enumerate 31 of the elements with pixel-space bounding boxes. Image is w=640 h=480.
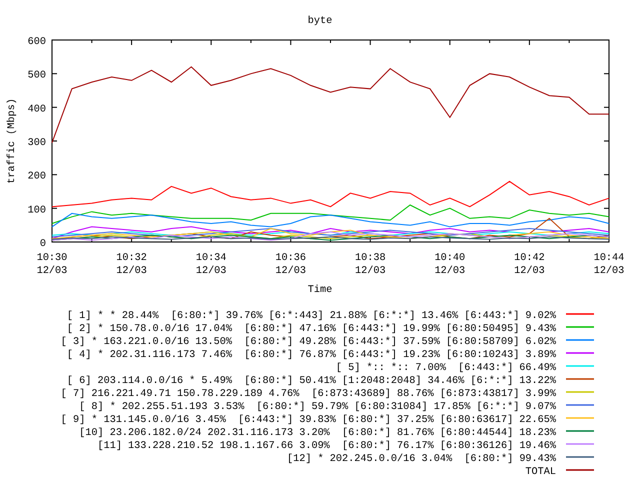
legend-label: [ 6] 203.114.0.0/16 * 5.49% [6:80:*] 50.41% [1:2048:2048] 34.46% [6:*:*] 13.22%: [66, 376, 556, 387]
legend-label: [ 3] * 163.221.0.0/16 13.50% [6:80:*] 49.28% [6:443:*] 37.59% [6:80:58709] 6.02%: [60, 337, 556, 348]
x-axis-label: Time: [308, 285, 332, 296]
x-tick-label: 10:30 12/03: [36, 253, 68, 277]
x-tick-label: 10:36 12/03: [275, 253, 306, 277]
legend-label: [ 1] * * 28.44% [6:80:*] 39.76% [6:*:443] 21.88% [6:*:*] 13.46% [6:443:*] 9.02%: [66, 311, 556, 322]
legend-label: [ 8] * 202.255.51.193 3.53% [6:80:*] 59.79% [6:80:31084] 17.85% [6:*:*] 9.07%: [79, 402, 556, 413]
legend-label: [ 9] * 131.145.0.0/16 3.45% [6:443:*] 39.83% [6:80:*] 37.25% [6:80:63617] 22.65%: [60, 415, 556, 426]
legend-label: [12] * 202.245.0.0/16 3.04% [6:80:*] 99.43%: [287, 454, 556, 465]
legend-label: [ 7] 216.221.49.71 150.78.229.189 4.76% [6:873:43689] 88.76% [6:873:43817] 3.99%: [60, 389, 556, 400]
legend-label: [10] 23.206.182.0/24 202.31.116.173 3.20% [6:80:*] 81.76% [6:80:44544] 18.23%: [79, 428, 556, 439]
y-tick-label: 500: [28, 70, 46, 82]
y-tick-label: 400: [28, 104, 46, 116]
y-tick-label: 100: [28, 205, 46, 216]
y-tick-label: 300: [28, 138, 46, 149]
legend-label: [ 5] *:: *:: 7.00% [6:443:*] 66.49%: [336, 363, 556, 374]
x-tick-label: 10:40 12/03: [434, 253, 466, 277]
y-tick-label: 0: [40, 239, 46, 250]
y-axis-label: traffic (Mbps): [7, 98, 18, 184]
legend-label: [11] 133.228.210.52 198.1.167.66 3.09% [6:80:*] 76.17% [6:80:36126] 19.46%: [97, 441, 556, 452]
x-tick-label: 10:38 12/03: [355, 253, 386, 277]
y-tick-label: 600: [28, 37, 46, 48]
legend-label: TOTAL: [525, 467, 556, 478]
legend-label: [ 4] * 202.31.116.173 7.46% [6:80:*] 76.87% [6:443:*] 19.23% [6:80:10243] 3.89%: [66, 350, 556, 361]
x-tick-label: 10:34 12/03: [196, 253, 226, 277]
y-tick-label: 200: [28, 172, 46, 183]
x-tick-label: 10:42 12/03: [514, 253, 545, 277]
legend-label: [ 2] * 150.78.0.0/16 17.04% [6:80:*] 47.16% [6:443:*] 19.99% [6:80:50495] 9.43%: [66, 324, 556, 335]
x-tick-label: 10:32 12/03: [116, 253, 147, 277]
chart-title: byte: [308, 16, 332, 27]
x-tick-label: 10:44 12/03: [594, 253, 624, 277]
